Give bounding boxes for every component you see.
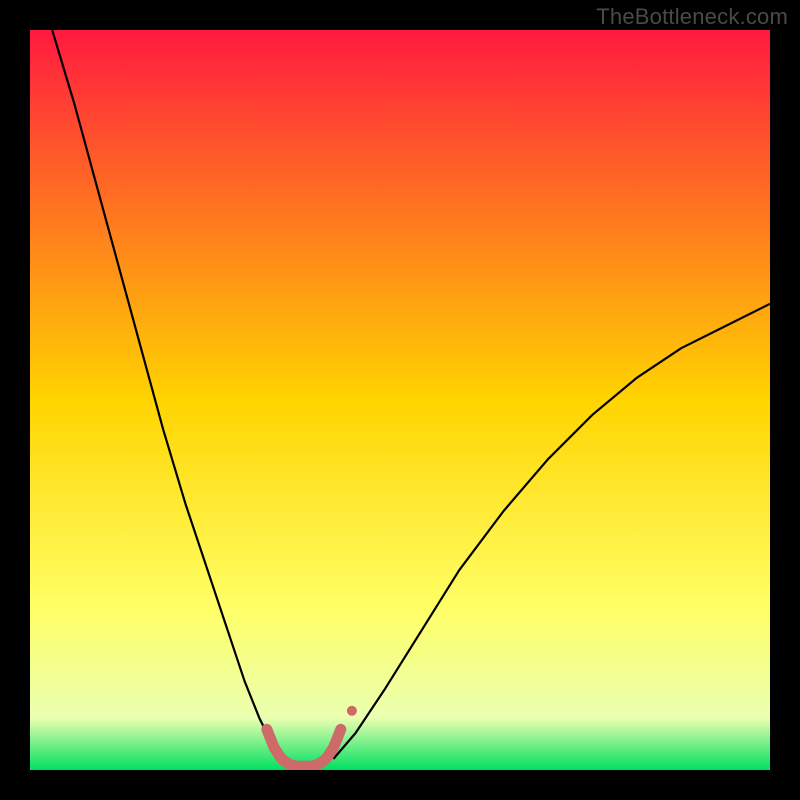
bottleneck-plot [30,30,770,770]
chart-frame: TheBottleneck.com [0,0,800,800]
plot-background [30,30,770,770]
plot-svg [30,30,770,770]
trough-end-dot [347,706,357,716]
watermark-text: TheBottleneck.com [596,4,788,30]
